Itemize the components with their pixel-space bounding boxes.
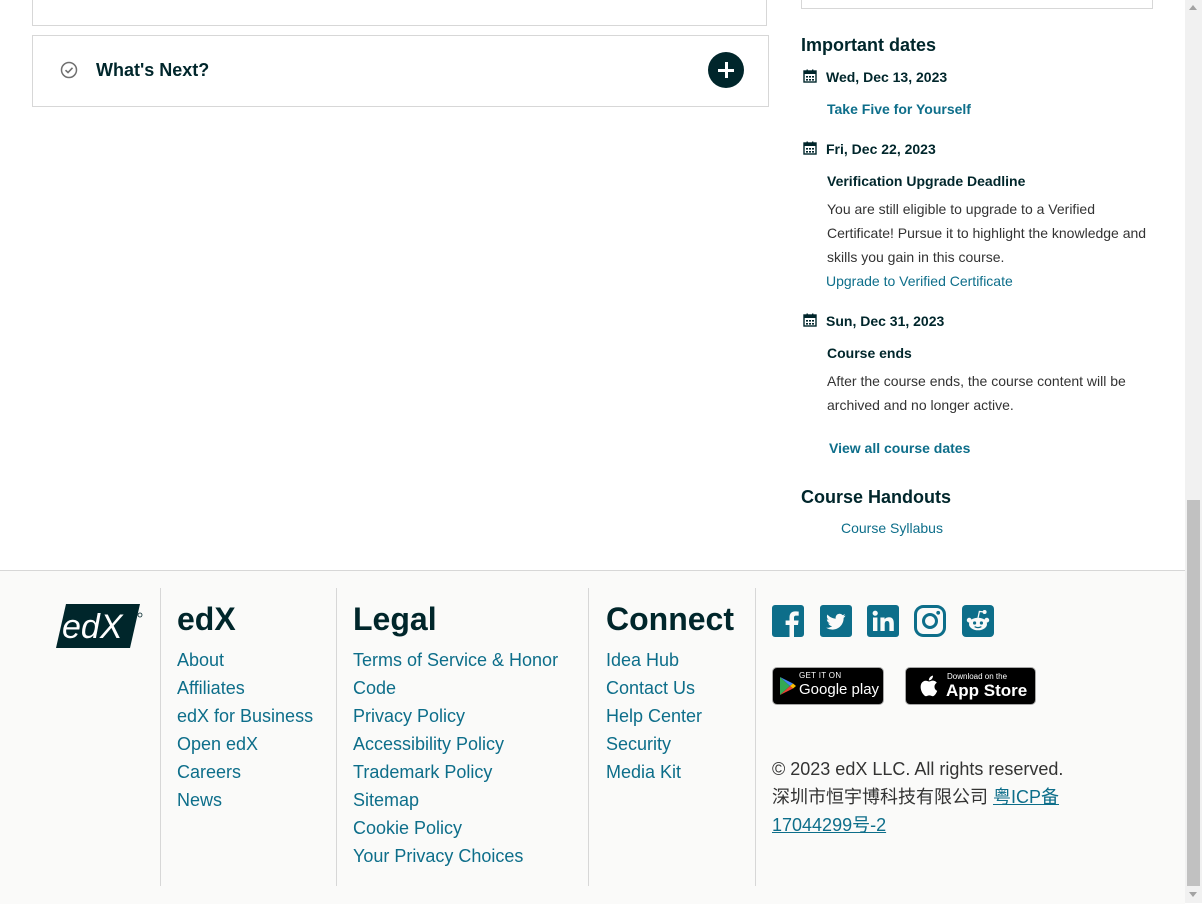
- calendar-icon: [803, 313, 817, 327]
- app-store-small-text: Download on the: [947, 672, 1008, 681]
- sidebar-previous-card: [801, 0, 1153, 9]
- previous-section-card[interactable]: [32, 0, 767, 26]
- course-syllabus-link[interactable]: Course Syllabus: [841, 520, 943, 536]
- edx-logo[interactable]: edX: [56, 604, 144, 650]
- column-divider: [336, 588, 337, 886]
- footer-link-cookie-policy[interactable]: Cookie Policy: [353, 818, 462, 839]
- scroll-down-arrow[interactable]: [1189, 892, 1197, 897]
- date-title: Course ends: [827, 345, 912, 361]
- footer-link-accessibility[interactable]: Accessibility Policy: [353, 734, 504, 755]
- date-label: Sun, Dec 31, 2023: [826, 313, 945, 329]
- date-description: After the course ends, the course conten…: [827, 373, 1126, 413]
- section-title: What's Next?: [96, 60, 210, 80]
- take-five-link[interactable]: Take Five for Yourself: [827, 101, 971, 117]
- section-whats-next[interactable]: What's Next?: [32, 35, 769, 107]
- footer-link-edx-for-business[interactable]: edX for Business: [177, 706, 313, 727]
- footer-link-terms[interactable]: Terms of Service & Honor: [353, 650, 558, 671]
- footer-link-contact-us[interactable]: Contact Us: [606, 678, 695, 699]
- column-divider: [588, 588, 589, 886]
- calendar-icon: [803, 69, 817, 83]
- icp-link-part2[interactable]: 17044299号-2: [772, 815, 886, 835]
- date-label: Fri, Dec 22, 2023: [826, 141, 936, 157]
- footer-link-terms-code[interactable]: Code: [353, 678, 396, 699]
- footer-link-idea-hub[interactable]: Idea Hub: [606, 650, 679, 671]
- footer-link-news[interactable]: News: [177, 790, 222, 811]
- footer-link-about[interactable]: About: [177, 650, 224, 671]
- date-title: Verification Upgrade Deadline: [827, 173, 1026, 189]
- linkedin-icon[interactable]: [867, 605, 899, 637]
- footer-link-trademark[interactable]: Trademark Policy: [353, 762, 492, 783]
- page-scrollbar[interactable]: [1185, 0, 1202, 903]
- course-handouts-heading: Course Handouts: [801, 487, 952, 507]
- icp-company-text: 深圳市恒宇博科技有限公司: [772, 787, 993, 807]
- footer-link-privacy-policy[interactable]: Privacy Policy: [353, 706, 465, 727]
- footer-edx-title: edX: [177, 601, 236, 637]
- app-store-badge[interactable]: Download on the App Store: [905, 667, 1036, 705]
- footer-link-sitemap[interactable]: Sitemap: [353, 790, 419, 811]
- app-store-big-text: App Store: [946, 681, 1028, 700]
- copyright-text: © 2023 edX LLC. All rights reserved.: [772, 759, 1064, 779]
- facebook-icon[interactable]: [772, 605, 804, 637]
- footer-link-open-edx[interactable]: Open edX: [177, 734, 258, 755]
- footer-connect-title: Connect: [606, 601, 734, 637]
- reddit-icon[interactable]: [962, 605, 994, 637]
- date-description: You are still eligible to upgrade to a V…: [827, 201, 1147, 265]
- site-footer: edX edX About Affiliates edX for Busines…: [0, 570, 1185, 904]
- scrollbar-thumb[interactable]: [1187, 500, 1200, 886]
- date-label: Wed, Dec 13, 2023: [826, 69, 948, 85]
- instagram-icon[interactable]: [914, 605, 946, 637]
- twitter-icon[interactable]: [820, 605, 852, 637]
- footer-link-help-center[interactable]: Help Center: [606, 706, 702, 727]
- column-divider: [160, 588, 161, 886]
- footer-link-security[interactable]: Security: [606, 734, 671, 755]
- check-circle-icon: [60, 61, 78, 79]
- footer-link-affiliates[interactable]: Affiliates: [177, 678, 245, 699]
- view-all-dates-link[interactable]: View all course dates: [829, 440, 970, 456]
- google-play-badge[interactable]: GET IT ON Google play: [772, 667, 884, 705]
- scroll-up-arrow[interactable]: [1189, 5, 1197, 10]
- apple-icon: [920, 675, 938, 697]
- google-play-icon: [780, 677, 796, 695]
- footer-link-privacy-choices[interactable]: Your Privacy Choices: [353, 846, 523, 867]
- icp-line: 深圳市恒宇博科技有限公司 粤ICP备 17044299号-2: [772, 783, 1063, 839]
- calendar-icon: [803, 141, 817, 155]
- edx-logo-mark: edX: [56, 604, 143, 648]
- footer-link-careers[interactable]: Careers: [177, 762, 241, 783]
- icp-link-part1[interactable]: 粤ICP备: [993, 787, 1059, 807]
- footer-link-media-kit[interactable]: Media Kit: [606, 762, 681, 783]
- google-play-big-text: Google play: [799, 681, 880, 698]
- expand-section-button[interactable]: [708, 52, 744, 88]
- copyright-block: © 2023 edX LLC. All rights reserved. 深圳市…: [772, 755, 1063, 839]
- upgrade-verified-link[interactable]: Upgrade to Verified Certificate: [826, 273, 1013, 289]
- column-divider: [755, 588, 756, 886]
- google-play-small-text: GET IT ON: [799, 671, 842, 680]
- svg-text:edX: edX: [62, 608, 124, 646]
- important-dates-heading: Important dates: [801, 35, 937, 55]
- footer-legal-title: Legal: [353, 601, 437, 637]
